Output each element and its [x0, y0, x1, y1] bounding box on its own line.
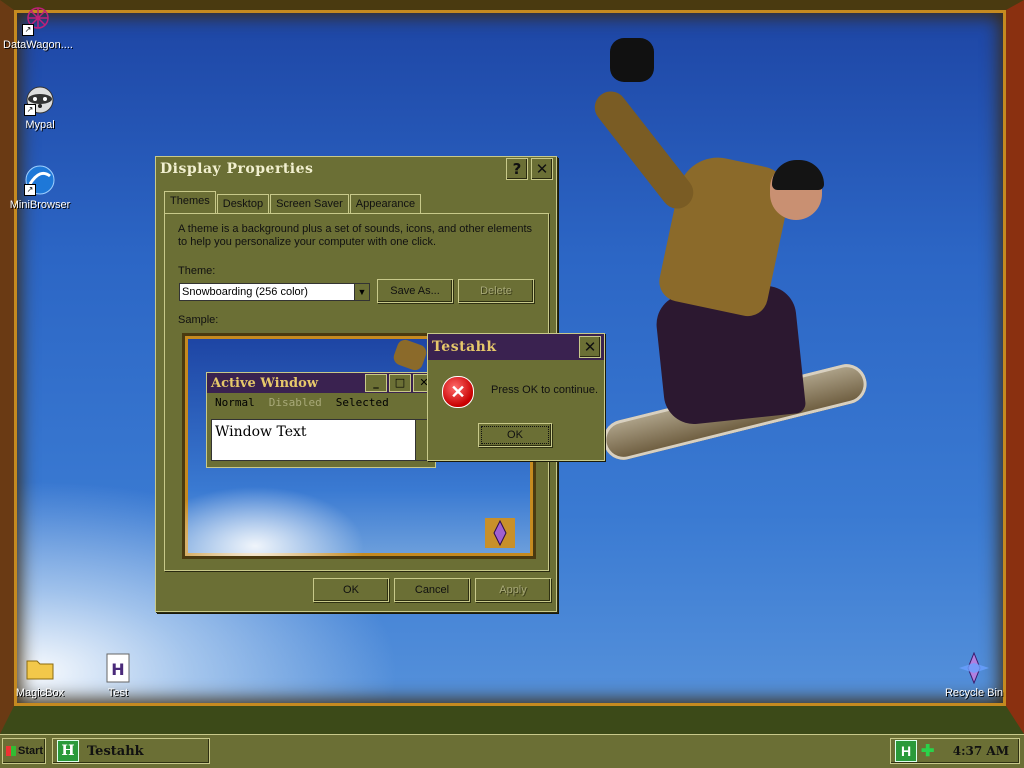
desktop-icon-label: Mypal	[25, 119, 55, 131]
tab-strip: Themes Desktop Screen Saver Appearance	[164, 191, 422, 213]
theme-description: A theme is a background plus a set of so…	[178, 223, 533, 248]
desktop-icon-minibrowser[interactable]: ↗ MiniBrowser	[2, 164, 78, 211]
tab-appearance[interactable]: Appearance	[349, 194, 422, 213]
sample-menu-selected: Selected	[335, 396, 389, 409]
clock[interactable]: 4:37 AM	[953, 744, 1009, 758]
tab-desktop[interactable]: Desktop	[216, 194, 270, 213]
shortcut-arrow-icon: ↗	[24, 104, 36, 116]
close-button[interactable]: ✕	[531, 158, 553, 180]
message-box-titlebar[interactable]: Testahk ✕	[428, 334, 604, 360]
error-icon: ✕	[442, 376, 474, 408]
desktop-icon-datawagon[interactable]: ↗ DataWagon....	[0, 4, 76, 51]
windows-logo-icon	[6, 746, 16, 756]
recycle-bin-icon	[958, 651, 990, 685]
message-text: Press OK to continue.	[491, 384, 598, 396]
theme-select[interactable]: Snowboarding (256 color) ▼	[179, 283, 370, 301]
desktop-icon-recycle-bin[interactable]: Recycle Bin	[936, 651, 1012, 699]
maximize-icon: □	[389, 374, 411, 392]
theme-label: Theme:	[178, 265, 216, 277]
desktop-icon-mypal[interactable]: ↗ Mypal	[2, 84, 78, 131]
shortcut-arrow-icon: ↗	[24, 184, 36, 196]
cancel-button[interactable]: Cancel	[394, 578, 470, 602]
delete-button[interactable]: Delete	[458, 279, 534, 303]
sample-active-window: Active Window _ □ ✕ Normal Disabled Sele…	[206, 372, 436, 468]
svg-text:H: H	[111, 660, 124, 679]
browser-icon: ↗	[24, 164, 56, 196]
window-titlebar[interactable]: Display Properties ? ✕	[156, 157, 556, 181]
ok-button[interactable]: OK	[313, 578, 389, 602]
folder-icon	[24, 652, 56, 684]
rider-hat-image	[772, 160, 824, 190]
start-label: Start	[18, 745, 44, 757]
ahk-tray-icon[interactable]: H	[895, 740, 917, 762]
window-title: Display Properties	[160, 161, 314, 177]
rider-glove-image	[610, 38, 654, 82]
theme-select-value: Snowboarding (256 color)	[182, 286, 308, 298]
rider-arm-image	[588, 84, 700, 216]
minimize-icon: _	[365, 374, 387, 392]
desktop-icon-magicbox[interactable]: MagicBox	[2, 652, 78, 699]
shortcut-arrow-icon: ↗	[22, 24, 34, 36]
apply-button[interactable]: Apply	[475, 578, 551, 602]
desktop-icon-label: MiniBrowser	[9, 199, 71, 211]
message-ok-button[interactable]: OK	[478, 423, 552, 447]
tab-screen-saver[interactable]: Screen Saver	[270, 194, 349, 213]
taskbar-item-testahk[interactable]: H Testahk	[52, 738, 210, 764]
taskbar: Start H Testahk H ✚ 4:37 AM	[0, 734, 1024, 768]
spider-icon: ↗	[22, 4, 54, 36]
network-icon[interactable]: ✚	[921, 741, 934, 761]
desktop-icon-test[interactable]: H Test	[80, 652, 156, 699]
chevron-down-icon[interactable]: ▼	[354, 284, 369, 300]
ahk-script-icon: H	[102, 652, 134, 684]
message-box-close-button[interactable]: ✕	[579, 336, 601, 358]
save-as-button[interactable]: Save As...	[377, 279, 453, 303]
sample-rider-image	[391, 337, 429, 373]
desktop-icon-label: MagicBox	[15, 687, 65, 699]
sample-window-text-area: Window Text	[211, 419, 429, 461]
help-button[interactable]: ?	[506, 158, 528, 180]
system-tray: H ✚ 4:37 AM	[890, 738, 1020, 764]
desktop-icon-label: Test	[107, 687, 129, 699]
sample-window-text: Window Text	[215, 424, 307, 440]
start-button[interactable]: Start	[2, 738, 46, 764]
sample-menu-bar: Normal Disabled Selected	[207, 393, 435, 412]
raccoon-icon: ↗	[24, 84, 56, 116]
desktop-icon-label: Recycle Bin	[944, 687, 1004, 699]
sample-window-titlebar: Active Window _ □ ✕	[207, 373, 435, 393]
sample-snow-spray	[185, 486, 365, 556]
ahk-icon: H	[57, 740, 79, 762]
message-box-title: Testahk	[432, 339, 497, 355]
sample-menu-disabled: Disabled	[268, 396, 322, 409]
sample-label: Sample:	[178, 314, 219, 326]
sample-recycle-bin-icon	[485, 518, 515, 548]
sample-menu-normal: Normal	[215, 396, 255, 409]
message-box: Testahk ✕ ✕ Press OK to continue. OK	[427, 333, 605, 461]
desktop-icon-label: DataWagon....	[3, 39, 73, 51]
taskbar-item-label: Testahk	[87, 743, 144, 759]
tab-themes[interactable]: Themes	[164, 191, 216, 213]
sample-window-title: Active Window	[211, 375, 319, 391]
